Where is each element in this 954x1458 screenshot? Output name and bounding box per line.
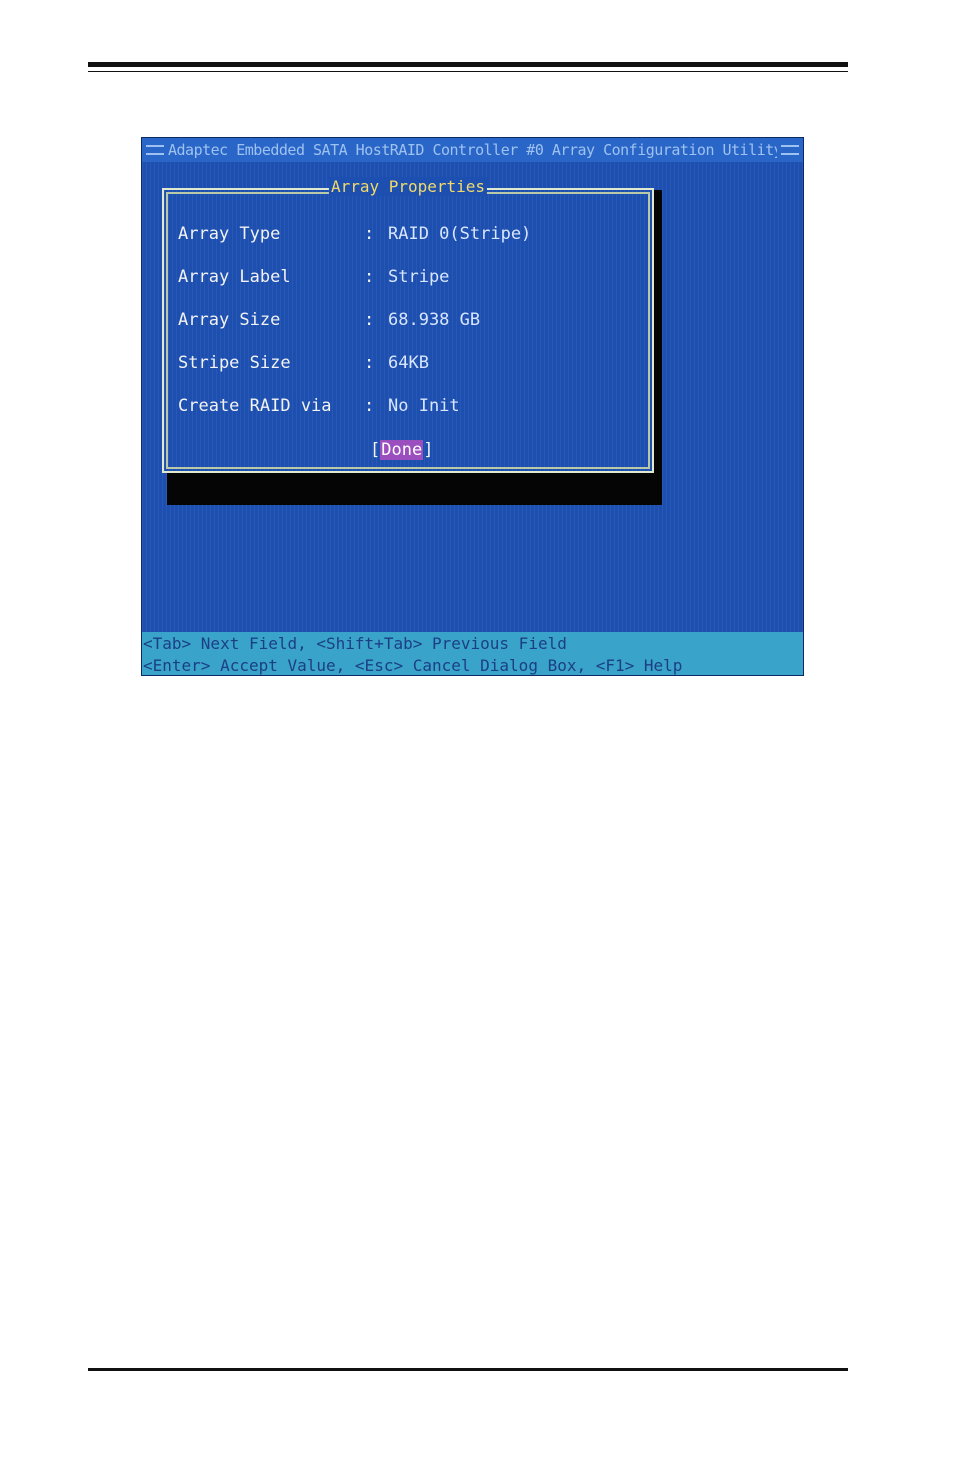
- status-line-navigation: <Tab> Next Field, <Shift+Tab> Previous F…: [143, 634, 567, 653]
- property-separator: :: [364, 224, 375, 244]
- property-row-stripe-size[interactable]: Stripe Size : 64KB: [178, 353, 429, 373]
- page-bottom-rule: [88, 1368, 848, 1371]
- property-separator: :: [364, 353, 375, 373]
- page-top-rule-thick: [88, 62, 848, 67]
- property-row-create-raid-via[interactable]: Create RAID via : No Init: [178, 396, 460, 416]
- property-value[interactable]: No Init: [388, 396, 460, 416]
- property-label: Create RAID via: [178, 396, 332, 416]
- property-separator: :: [364, 310, 375, 330]
- title-bar-decoration-right: [781, 145, 799, 155]
- app-title: Adaptec Embedded SATA HostRAID Controlle…: [168, 141, 777, 159]
- property-separator: :: [364, 396, 375, 416]
- property-value[interactable]: 64KB: [388, 353, 429, 373]
- done-open-bracket: [: [370, 440, 381, 460]
- done-button[interactable]: Done: [380, 440, 424, 460]
- property-row-array-label[interactable]: Array Label : Stripe: [178, 267, 449, 287]
- array-properties-dialog: Array Properties Array Type : RAID 0(Str…: [162, 177, 654, 473]
- page-top-rule-thin: [88, 71, 848, 72]
- property-label: Stripe Size: [178, 353, 291, 373]
- bios-screen: Adaptec Embedded SATA HostRAID Controlle…: [141, 137, 804, 676]
- property-value[interactable]: 68.938 GB: [388, 310, 480, 330]
- property-label: Array Type: [178, 224, 281, 244]
- property-row-array-size[interactable]: Array Size : 68.938 GB: [178, 310, 480, 330]
- property-label: Array Size: [178, 310, 281, 330]
- title-bar-decoration-left: [146, 145, 164, 155]
- done-button-wrapper: [Done]: [370, 440, 433, 460]
- property-label: Array Label: [178, 267, 291, 287]
- done-close-bracket: ]: [423, 440, 434, 460]
- status-line-actions: <Enter> Accept Value, <Esc> Cancel Dialo…: [143, 656, 683, 675]
- property-value[interactable]: RAID 0(Stripe): [388, 224, 531, 244]
- status-bar: <Tab> Next Field, <Shift+Tab> Previous F…: [142, 632, 803, 675]
- title-bar: Adaptec Embedded SATA HostRAID Controlle…: [142, 138, 803, 162]
- property-separator: :: [364, 267, 375, 287]
- dialog-title: Array Properties: [328, 177, 488, 196]
- property-value[interactable]: Stripe: [388, 267, 449, 287]
- property-row-array-type[interactable]: Array Type : RAID 0(Stripe): [178, 224, 531, 244]
